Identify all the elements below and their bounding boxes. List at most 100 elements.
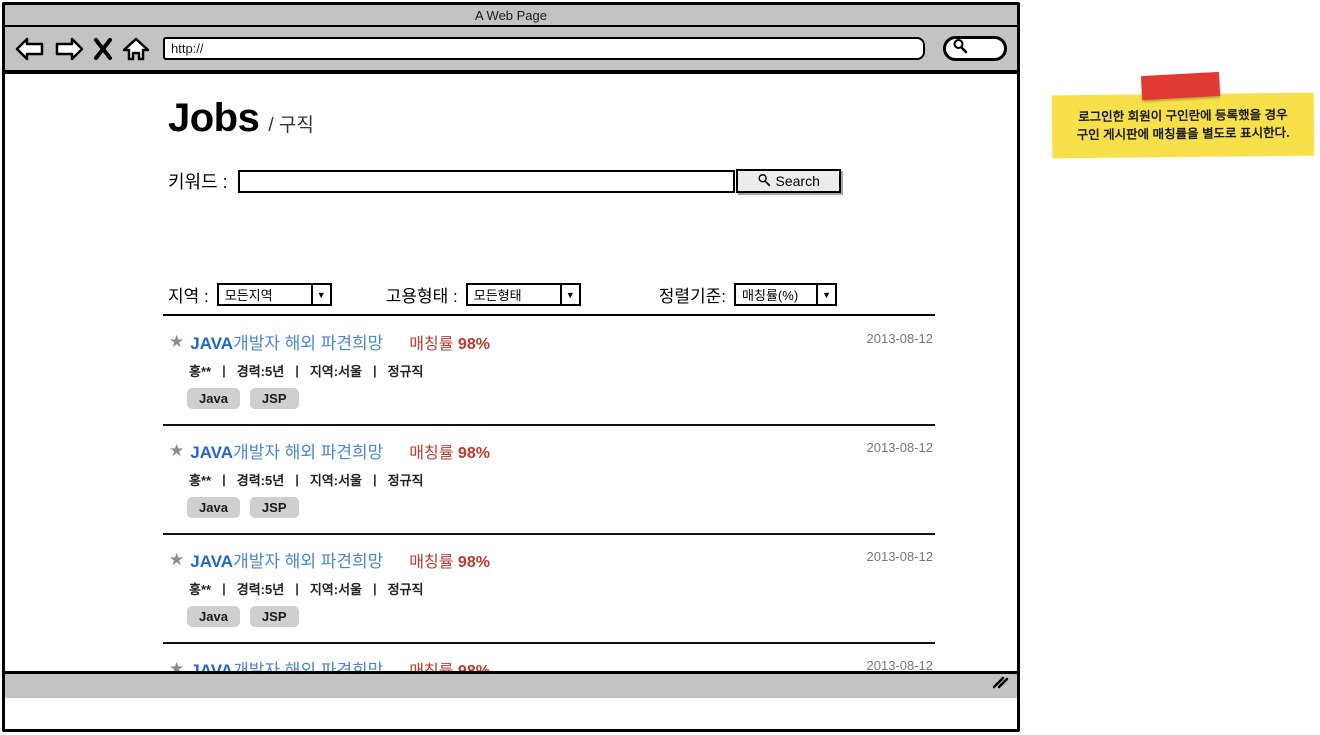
filter-employment-type-label: 고용형태 : [385,287,458,306]
match-rate-badge: 매칭률 98% [409,439,490,463]
job-title-rest: 개발자 해외 파견희망 [233,334,384,353]
job-title-line: ★ JAVA개발자 해외 파견희망 매칭률 98% [163,547,935,572]
filter-row: 지역 : 모든지역 ▼ 고용형태 : 모든형태 ▼ 정렬기준: 매칭률(%) ▼ [168,282,936,307]
job-title-line: ★ JAVA개발자 해외 파견희망 매칭률 98% [163,329,935,354]
employment-type-select-value: 모든형태 [473,288,522,303]
job-title-keyword: JAVA [190,334,234,353]
job-tag[interactable]: Java [187,388,240,409]
filter-divider [163,314,935,316]
job-employment: 정규직 [387,364,424,379]
keyword-label: 키워드 : [168,172,228,192]
page-title: Jobs [168,96,260,140]
job-list-item[interactable]: ★ JAVA개발자 해외 파견희망 매칭률 98% 2013-08-12 홍** | 경력:… [163,426,935,535]
browser-navbar: http:// [5,27,1017,74]
search-row: 키워드 : Search [168,168,841,194]
page-header: Jobs / 구직 [168,96,314,141]
back-arrow-icon[interactable] [15,36,45,62]
meta-separator: | [373,472,377,487]
meta-separator: | [222,581,226,596]
browser-window: A Web Page http:// Jobs / 구직 키워드: Searc… [2,2,1020,732]
search-button[interactable]: Search [735,169,841,193]
job-title-link[interactable]: JAVA개발자 해외 파견희망 [190,438,383,463]
job-tag[interactable]: JSP [249,388,299,409]
job-career: 경력:5년 [236,364,285,379]
filter-region: 지역 : 모든지역 ▼ [168,282,332,307]
job-meta: 홍** | 경력:5년 | 지역:서울 | 정규직 [163,470,935,489]
sticky-note-line-1: 로그인한 회원이 구인란에 등록했을 경우 [1078,107,1288,125]
meta-separator: | [222,472,226,487]
filter-sort-order-label: 정렬기준: [658,287,727,306]
chevron-down-icon: ▼ [310,285,330,304]
job-region: 지역:서울 [309,582,362,597]
employment-type-select[interactable]: 모든형태 ▼ [465,283,581,306]
job-tags: Java JSP [163,606,935,627]
filter-employment-type: 고용형태 : 모든형태 ▼ [386,282,581,307]
close-x-icon[interactable] [93,36,113,62]
job-meta: 홍** | 경력:5년 | 지역:서울 | 정규직 [163,361,935,380]
sticky-note-annotation: 로그인한 회원이 구인란에 등록했을 경우 구인 게시판에 매칭률을 별도로 표… [1051,71,1315,159]
meta-separator: | [222,363,226,378]
job-list-item[interactable]: ★ JAVA개발자 해외 파견희망 매칭률 98% 2013-08-12 홍** | 경력:… [163,535,935,644]
page-content: Jobs / 구직 키워드 : Search 지역 : 모든지역 ▼ 고용형태 … [5,74,1017,698]
url-text: http:// [171,41,204,56]
job-date: 2013-08-12 [866,549,934,564]
job-author: 홍** [189,364,212,379]
star-icon[interactable]: ★ [169,551,184,568]
job-author: 홍** [189,582,212,597]
job-tag[interactable]: JSP [249,497,299,518]
match-rate-label: 매칭률 [409,335,454,353]
match-rate-label: 매칭률 [409,553,454,571]
meta-separator: | [295,581,299,596]
job-title-link[interactable]: JAVA개발자 해외 파견희망 [190,329,383,354]
search-button-label: Search [775,173,820,189]
job-title-link[interactable]: JAVA개발자 해외 파견희망 [190,547,383,572]
job-region: 지역:서울 [309,364,362,379]
job-author: 홍** [189,473,212,488]
forward-arrow-icon[interactable] [54,36,84,62]
meta-separator: | [295,363,299,378]
browser-titlebar: A Web Page [5,5,1017,27]
job-tags: Java JSP [163,388,935,409]
job-title-keyword: JAVA [190,443,234,462]
job-title-rest: 개발자 해외 파견희망 [233,443,384,462]
job-title-line: ★ JAVA개발자 해외 파견희망 매칭률 98% [163,438,935,463]
match-rate-badge: 매칭률 98% [409,330,490,354]
job-tag[interactable]: Java [187,497,240,518]
resize-grip-icon[interactable] [991,675,1009,694]
job-date: 2013-08-12 [866,331,934,346]
region-select-value: 모든지역 [224,288,273,303]
page-subtitle: / 구직 [268,115,314,136]
search-icon [952,38,968,59]
job-employment: 정규직 [387,582,424,597]
job-title-keyword: JAVA [190,552,234,571]
home-icon[interactable] [122,36,150,62]
search-icon [757,173,771,190]
search-input[interactable] [237,169,735,193]
job-region: 지역:서울 [309,473,362,488]
star-icon[interactable]: ★ [169,442,184,459]
region-select[interactable]: 모든지역 ▼ [216,283,332,306]
job-employment: 정규직 [387,473,424,488]
sort-order-select[interactable]: 매칭률(%) ▼ [734,283,838,306]
job-career: 경력:5년 [236,582,285,597]
job-list: ★ JAVA개발자 해외 파견희망 매칭률 98% 2013-08-12 홍** | 경력:… [163,317,935,698]
job-title-rest: 개발자 해외 파견희망 [233,552,384,571]
sticky-note-text: 로그인한 회원이 구인란에 등록했을 경우 구인 게시판에 매칭률을 별도로 표… [1060,106,1306,145]
meta-separator: | [373,581,377,596]
job-date: 2013-08-12 [866,440,934,455]
match-rate-value: 98% [457,335,490,353]
chevron-down-icon: ▼ [816,285,836,304]
star-icon[interactable]: ★ [169,333,184,350]
filter-region-label: 지역 : [168,287,209,306]
job-tag[interactable]: Java [187,606,240,627]
sticky-note-tape [1140,71,1221,101]
job-tag[interactable]: JSP [249,606,299,627]
match-rate-badge: 매칭률 98% [409,548,490,572]
job-list-item[interactable]: ★ JAVA개발자 해외 파견희망 매칭률 98% 2013-08-12 홍** | 경력:… [163,317,935,426]
filter-sort-order: 정렬기준: 매칭률(%) ▼ [658,282,838,307]
match-rate-label: 매칭률 [409,444,454,462]
job-tags: Java JSP [163,497,935,518]
url-bar[interactable]: http:// [163,37,925,60]
sticky-note-line-2: 구인 게시판에 매칭률을 별도로 표시한다. [1076,126,1290,143]
browser-search-box[interactable] [943,36,1007,61]
